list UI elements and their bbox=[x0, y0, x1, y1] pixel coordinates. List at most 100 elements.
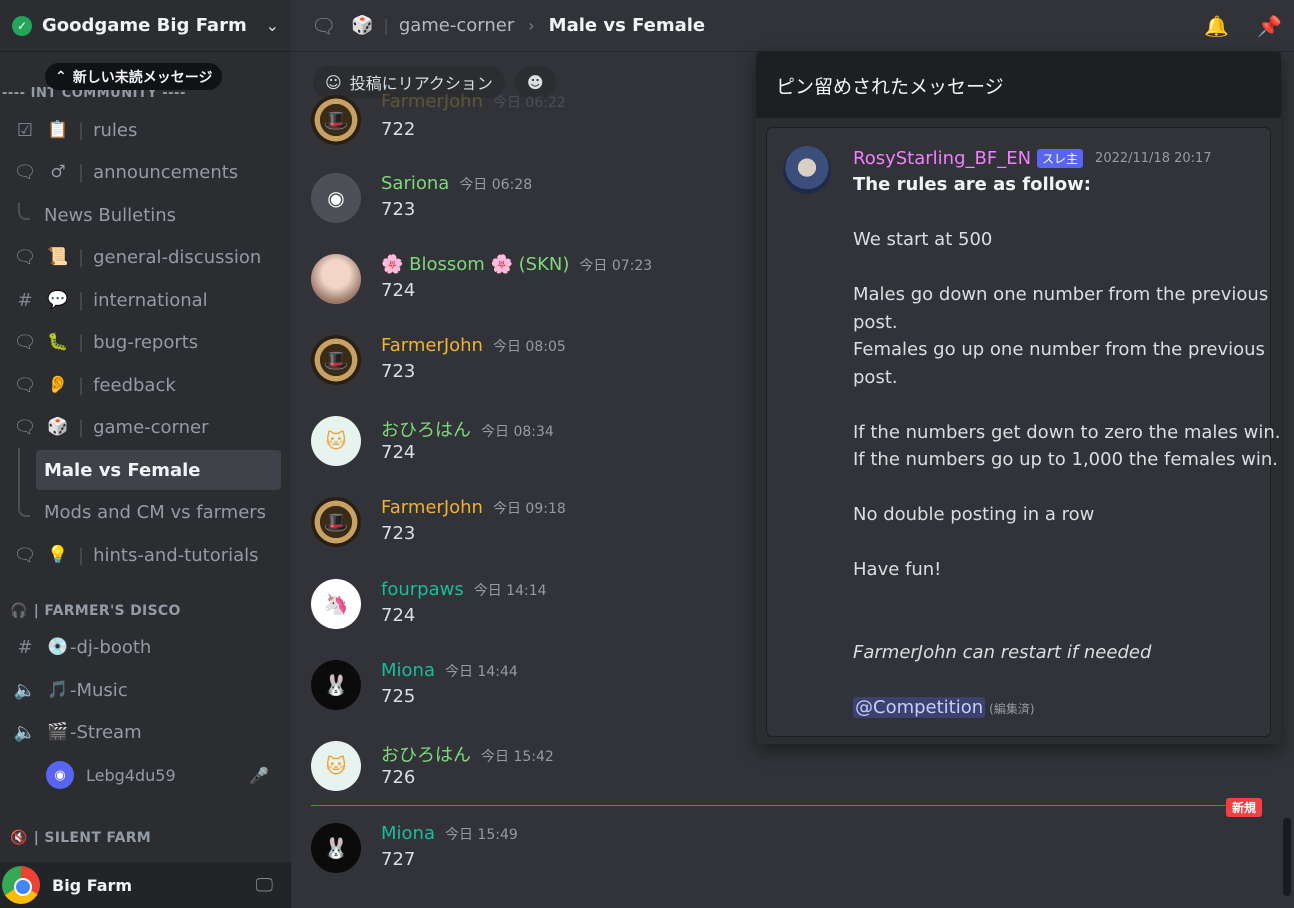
channel-label: announcements bbox=[93, 161, 239, 183]
edited-label: (編集済) bbox=[989, 702, 1035, 716]
avatar[interactable]: 🐰 bbox=[311, 823, 361, 873]
message-author[interactable]: Miona bbox=[381, 823, 435, 844]
avatar[interactable]: 🎩 bbox=[311, 497, 361, 547]
channel-emoji: 🎬 bbox=[47, 722, 69, 742]
discord-avatar-icon: ◉ bbox=[46, 761, 74, 789]
channel-emoji: 📜 bbox=[47, 247, 69, 267]
channel-bug-reports[interactable]: 🗨 🐛 | bug-reports bbox=[8, 323, 283, 361]
pin-text-line: If the numbers get down to zero the male… bbox=[853, 422, 1281, 443]
channel-label: hints-and-tutorials bbox=[93, 544, 259, 566]
avatar[interactable]: 🎩 bbox=[311, 95, 361, 145]
message-text: 726 bbox=[381, 767, 416, 788]
server-header[interactable]: ✓ Goodgame Big Farm ⌄ bbox=[0, 0, 291, 52]
channel-label: general-discussion bbox=[93, 246, 262, 268]
pin-icon[interactable]: 📌 bbox=[1257, 14, 1282, 38]
avatar[interactable]: 🐱 bbox=[311, 416, 361, 466]
voice-user[interactable]: ◉ Lebg4du59 🎤 bbox=[46, 760, 281, 790]
channel-emoji: 💬 bbox=[47, 290, 69, 310]
voice-channel-stream[interactable]: 🔈 🎬 -Stream bbox=[8, 713, 283, 751]
verified-icon: ✓ bbox=[12, 15, 32, 36]
message-timestamp: 今日 06:22 bbox=[492, 95, 566, 111]
user-name: Big Farm bbox=[52, 875, 133, 895]
thread-news-bulletins[interactable]: News Bulletins bbox=[36, 195, 281, 235]
forum-icon: 🗨 bbox=[13, 374, 37, 396]
avatar[interactable]: 🐰 bbox=[311, 660, 361, 710]
pin-text-line: FarmerJohn can restart if needed bbox=[853, 642, 1152, 663]
rules-channel-icon: ☑ bbox=[16, 119, 34, 141]
pin-timestamp: 2022/11/18 20:17 bbox=[1095, 151, 1212, 166]
discord-avatar-icon[interactable]: ◉ bbox=[311, 173, 361, 223]
pin-text-line: post. bbox=[853, 312, 898, 333]
new-unread-pill[interactable]: ⌃ 新しい未読メッセージ bbox=[45, 63, 223, 90]
channel-emoji: 📋 bbox=[47, 120, 69, 140]
message-timestamp: 今日 15:42 bbox=[481, 749, 554, 765]
screen-share-icon[interactable]: 🖵 bbox=[256, 875, 273, 896]
channel-label: -Stream bbox=[70, 721, 142, 743]
category-silent-farm[interactable]: 🔇 | SILENT FARM bbox=[10, 830, 151, 846]
avatar[interactable] bbox=[311, 254, 361, 304]
message-author[interactable]: FarmerJohn bbox=[381, 335, 483, 356]
parent-channel-link[interactable]: game-corner bbox=[399, 15, 514, 36]
hash-icon: # bbox=[17, 636, 33, 658]
channel-emoji: 💿 bbox=[47, 637, 69, 657]
forum-icon: 🗨 bbox=[311, 13, 337, 38]
channel-label: game-corner bbox=[93, 416, 209, 438]
role-mention[interactable]: @Competition bbox=[853, 697, 986, 718]
bell-icon[interactable]: 🔔 bbox=[1204, 14, 1229, 38]
voice-channel-music[interactable]: 🔈 🎵 -Music bbox=[8, 671, 283, 709]
channel-general-discussion[interactable]: 🗨 📜 | general-discussion bbox=[8, 238, 283, 276]
chevron-up-icon: ⌃ bbox=[55, 68, 67, 85]
scrollbar[interactable] bbox=[1283, 818, 1291, 896]
message-author[interactable]: おひろはん bbox=[381, 741, 471, 767]
channel-feedback[interactable]: 🗨 👂 | feedback bbox=[8, 366, 283, 404]
channel-label: bug-reports bbox=[93, 331, 199, 353]
message-author[interactable]: fourpaws bbox=[381, 579, 464, 600]
message-timestamp: 今日 14:44 bbox=[444, 664, 518, 680]
channel-hints-and-tutorials[interactable]: 🗨 💡 | hints-and-tutorials bbox=[8, 536, 283, 574]
speaker-icon: 🔈 bbox=[13, 721, 37, 743]
message-timestamp: 今日 09:18 bbox=[492, 501, 566, 517]
forum-icon: 🗨 bbox=[13, 544, 37, 566]
pinned-message[interactable]: RosyStarling_BF_EN スレ主 2022/11/18 20:17 … bbox=[766, 127, 1280, 737]
pin-text-line: Have fun! bbox=[853, 559, 942, 580]
speaker-icon: 🔈 bbox=[13, 679, 37, 701]
top-bar: 🗨 🎲 | game-corner › Male vs Female 🔔 📌 bbox=[291, 0, 1294, 52]
channel-rules[interactable]: ☑ 📋 | rules bbox=[8, 111, 283, 149]
thread-mods-vs-farmers[interactable]: Mods and CM vs farmers bbox=[36, 492, 281, 532]
user-avatar[interactable] bbox=[2, 866, 40, 904]
channel-game-corner[interactable]: 🗨 🎲 | game-corner bbox=[8, 408, 283, 446]
channel-emoji: 👂 bbox=[47, 375, 69, 395]
avatar[interactable] bbox=[783, 146, 831, 194]
message-author[interactable]: おひろはん bbox=[381, 416, 471, 442]
user-panel: Big Farm 🖵 bbox=[0, 862, 291, 908]
message-text: 724 bbox=[381, 280, 416, 301]
chevron-down-icon[interactable]: ⌄ bbox=[266, 16, 279, 35]
pin-text-line: If the numbers go up to 1,000 the female… bbox=[853, 449, 1279, 470]
channel-dj-booth[interactable]: # 💿 -dj-booth bbox=[8, 628, 283, 666]
thread-male-vs-female[interactable]: Male vs Female bbox=[36, 450, 281, 490]
message-author[interactable]: 🌸 Blossom 🌸 (SKN) bbox=[381, 254, 569, 275]
new-messages-divider bbox=[311, 805, 1255, 806]
avatar[interactable]: 🐱 bbox=[311, 741, 361, 791]
channel-announcements[interactable]: 🗨 ♂ | announcements bbox=[8, 153, 283, 191]
channel-international[interactable]: # 💬 | international bbox=[8, 281, 283, 319]
channel-label: international bbox=[93, 289, 208, 311]
avatar[interactable]: 🎩 bbox=[311, 335, 361, 385]
message-text: 724 bbox=[381, 442, 416, 463]
category-farmers-disco[interactable]: 🎧 | FARMER'S DISCO bbox=[10, 603, 181, 619]
message-author[interactable]: FarmerJohn bbox=[381, 91, 483, 112]
channel-emoji: 💡 bbox=[47, 545, 69, 565]
forum-icon: 🗨 bbox=[13, 246, 37, 268]
pin-author[interactable]: RosyStarling_BF_EN bbox=[853, 148, 1031, 169]
message-author[interactable]: FarmerJohn bbox=[381, 497, 483, 518]
server-name: Goodgame Big Farm bbox=[42, 15, 247, 36]
message-timestamp: 今日 06:28 bbox=[459, 177, 533, 193]
message-text: 725 bbox=[381, 686, 416, 707]
message-author[interactable]: Miona bbox=[381, 660, 435, 681]
channel-emoji: 🐛 bbox=[47, 332, 69, 352]
forum-icon: 🗨 bbox=[13, 161, 37, 183]
avatar[interactable]: 🦄 bbox=[311, 579, 361, 629]
message-author[interactable]: Sariona bbox=[381, 173, 449, 194]
message-text: 723 bbox=[381, 199, 416, 220]
pin-text-line: post. bbox=[853, 367, 898, 388]
